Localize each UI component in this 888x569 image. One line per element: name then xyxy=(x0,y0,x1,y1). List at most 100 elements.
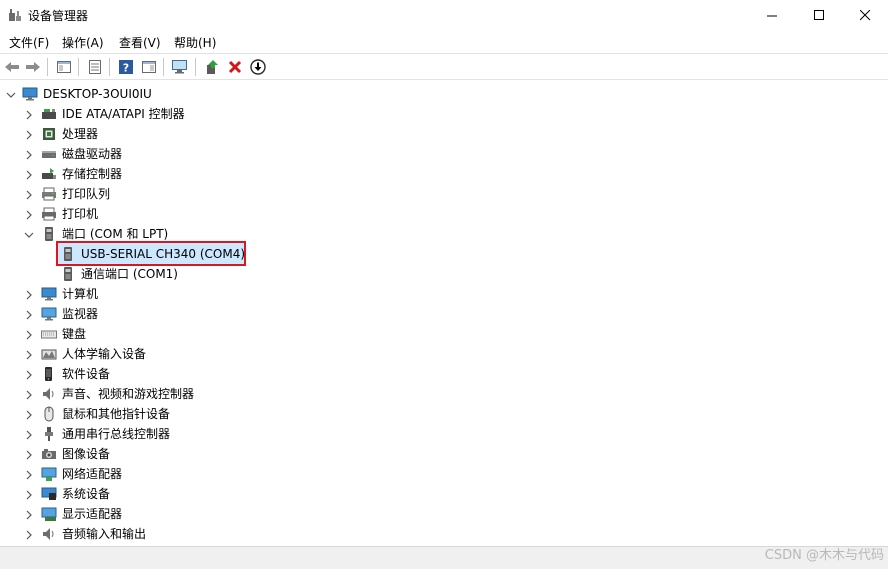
help-button[interactable]: ? xyxy=(117,58,135,76)
chevron-right-icon[interactable] xyxy=(24,509,34,520)
processor-icon xyxy=(41,126,57,142)
menu-file[interactable]: 文件(F) xyxy=(8,34,50,51)
help-icon: ? xyxy=(119,60,133,75)
chevron-right-icon[interactable] xyxy=(24,529,34,540)
chevron-right-icon[interactable] xyxy=(24,289,34,300)
toolbar-separator xyxy=(47,58,48,76)
chevron-right-icon[interactable] xyxy=(24,329,34,340)
tree-category-item[interactable]: 显示适配器 xyxy=(62,504,122,524)
sound-icon xyxy=(41,386,57,402)
tree-category-item[interactable]: 人体学输入设备 xyxy=(62,344,146,364)
tree-category-item[interactable]: 计算机 xyxy=(62,284,98,304)
audio-io-icon xyxy=(41,526,57,542)
display-adapter-icon xyxy=(41,506,57,522)
tree-category-item[interactable]: 通用串行总线控制器 xyxy=(62,424,170,444)
printer-icon xyxy=(41,206,57,222)
scan-hardware-icon xyxy=(172,60,187,74)
update-driver-icon xyxy=(207,60,218,74)
download-button[interactable] xyxy=(249,58,267,76)
back-button[interactable] xyxy=(3,58,21,76)
tree-category-item[interactable]: 声音、视频和游戏控制器 xyxy=(62,384,194,404)
update-driver-button[interactable] xyxy=(203,58,221,76)
chevron-right-icon[interactable] xyxy=(24,369,34,380)
back-arrow-icon xyxy=(5,62,19,72)
tree-category-item[interactable]: 存储控制器 xyxy=(62,164,122,184)
chevron-right-icon[interactable] xyxy=(24,309,34,320)
forward-arrow-icon xyxy=(26,62,40,72)
toolbar-separator xyxy=(109,58,110,76)
device-manager-app-icon xyxy=(7,7,23,23)
tree-device-selected[interactable]: USB-SERIAL CH340 (COM4) xyxy=(81,244,245,264)
serial-port-icon xyxy=(60,246,76,262)
view-button[interactable] xyxy=(140,58,158,76)
tree-category-item[interactable]: 图像设备 xyxy=(62,444,110,464)
uninstall-button[interactable] xyxy=(226,58,244,76)
chevron-right-icon[interactable] xyxy=(24,449,34,460)
chevron-right-icon[interactable] xyxy=(24,489,34,500)
menu-help[interactable]: 帮助(H) xyxy=(173,34,217,51)
port-icon xyxy=(41,226,57,242)
maximize-button[interactable] xyxy=(796,0,842,30)
properties-button[interactable] xyxy=(86,58,104,76)
chevron-down-icon[interactable] xyxy=(6,89,16,99)
chevron-right-icon[interactable] xyxy=(24,409,34,420)
minimize-icon xyxy=(766,15,777,16)
device-tree: DESKTOP-3OUI0IU IDE ATA/ATAPI 控制器 处理器 磁盘驱动器… xyxy=(0,81,888,546)
chevron-right-icon[interactable] xyxy=(24,149,34,160)
chevron-right-icon[interactable] xyxy=(24,209,34,220)
mouse-icon xyxy=(41,406,57,422)
chevron-down-icon[interactable] xyxy=(24,229,34,239)
chevron-right-icon[interactable] xyxy=(24,189,34,200)
storage-controller-icon xyxy=(41,166,57,182)
keyboard-icon xyxy=(41,326,57,342)
close-button[interactable] xyxy=(842,0,888,30)
forward-button[interactable] xyxy=(24,58,42,76)
tree-category-item[interactable]: IDE ATA/ATAPI 控制器 xyxy=(62,104,185,124)
chevron-right-icon[interactable] xyxy=(24,389,34,400)
status-bar xyxy=(0,546,888,569)
download-icon xyxy=(250,59,266,75)
tree-category-item[interactable]: 鼠标和其他指针设备 xyxy=(62,404,170,424)
toolbar-separator xyxy=(195,58,196,76)
chevron-right-icon[interactable] xyxy=(24,109,34,120)
hid-icon xyxy=(41,346,57,362)
chevron-right-icon[interactable] xyxy=(24,129,34,140)
tree-category-item[interactable]: 键盘 xyxy=(62,324,86,344)
disk-drive-icon xyxy=(41,146,57,162)
maximize-icon xyxy=(813,9,824,20)
close-icon xyxy=(859,9,870,20)
tree-category-item[interactable]: 打印机 xyxy=(62,204,98,224)
properties-icon xyxy=(89,60,101,74)
tree-category-item[interactable]: 磁盘驱动器 xyxy=(62,144,122,164)
tree-root-computer[interactable]: DESKTOP-3OUI0IU xyxy=(43,84,152,104)
toolbar: ? xyxy=(0,53,888,80)
menu-view[interactable]: 查看(V) xyxy=(118,34,162,51)
chevron-right-icon[interactable] xyxy=(24,349,34,360)
tree-device-item[interactable]: 通信端口 (COM1) xyxy=(81,264,178,284)
tree-category-item[interactable]: 软件设备 xyxy=(62,364,110,384)
chevron-right-icon[interactable] xyxy=(24,169,34,180)
tree-category-item[interactable]: 音频输入和输出 xyxy=(62,524,146,544)
tree-category-item[interactable]: 网络适配器 xyxy=(62,464,122,484)
tree-category-item[interactable]: 系统设备 xyxy=(62,484,110,504)
show-hide-tree-button[interactable] xyxy=(55,58,73,76)
tree-category-item[interactable]: 监视器 xyxy=(62,304,98,324)
computer-icon xyxy=(41,286,57,302)
uninstall-icon xyxy=(228,60,242,74)
tree-category-item[interactable]: 处理器 xyxy=(62,124,98,144)
tree-category-item[interactable]: 端口 (COM 和 LPT) xyxy=(62,224,168,244)
toolbar-separator xyxy=(163,58,164,76)
minimize-button[interactable] xyxy=(749,0,795,30)
imaging-device-icon xyxy=(41,446,57,462)
menu-action[interactable]: 操作(A) xyxy=(61,34,105,51)
watermark: CSDN @木木与代码 xyxy=(764,548,884,563)
chevron-right-icon[interactable] xyxy=(24,469,34,480)
scan-hardware-button[interactable] xyxy=(171,58,189,76)
window-title: 设备管理器 xyxy=(28,9,89,23)
title-bar: 设备管理器 xyxy=(0,0,888,30)
svg-text:?: ? xyxy=(123,62,129,75)
chevron-right-icon[interactable] xyxy=(24,429,34,440)
usb-icon xyxy=(41,426,57,442)
tree-category-item[interactable]: 打印队列 xyxy=(62,184,110,204)
ide-controller-icon xyxy=(41,106,57,122)
